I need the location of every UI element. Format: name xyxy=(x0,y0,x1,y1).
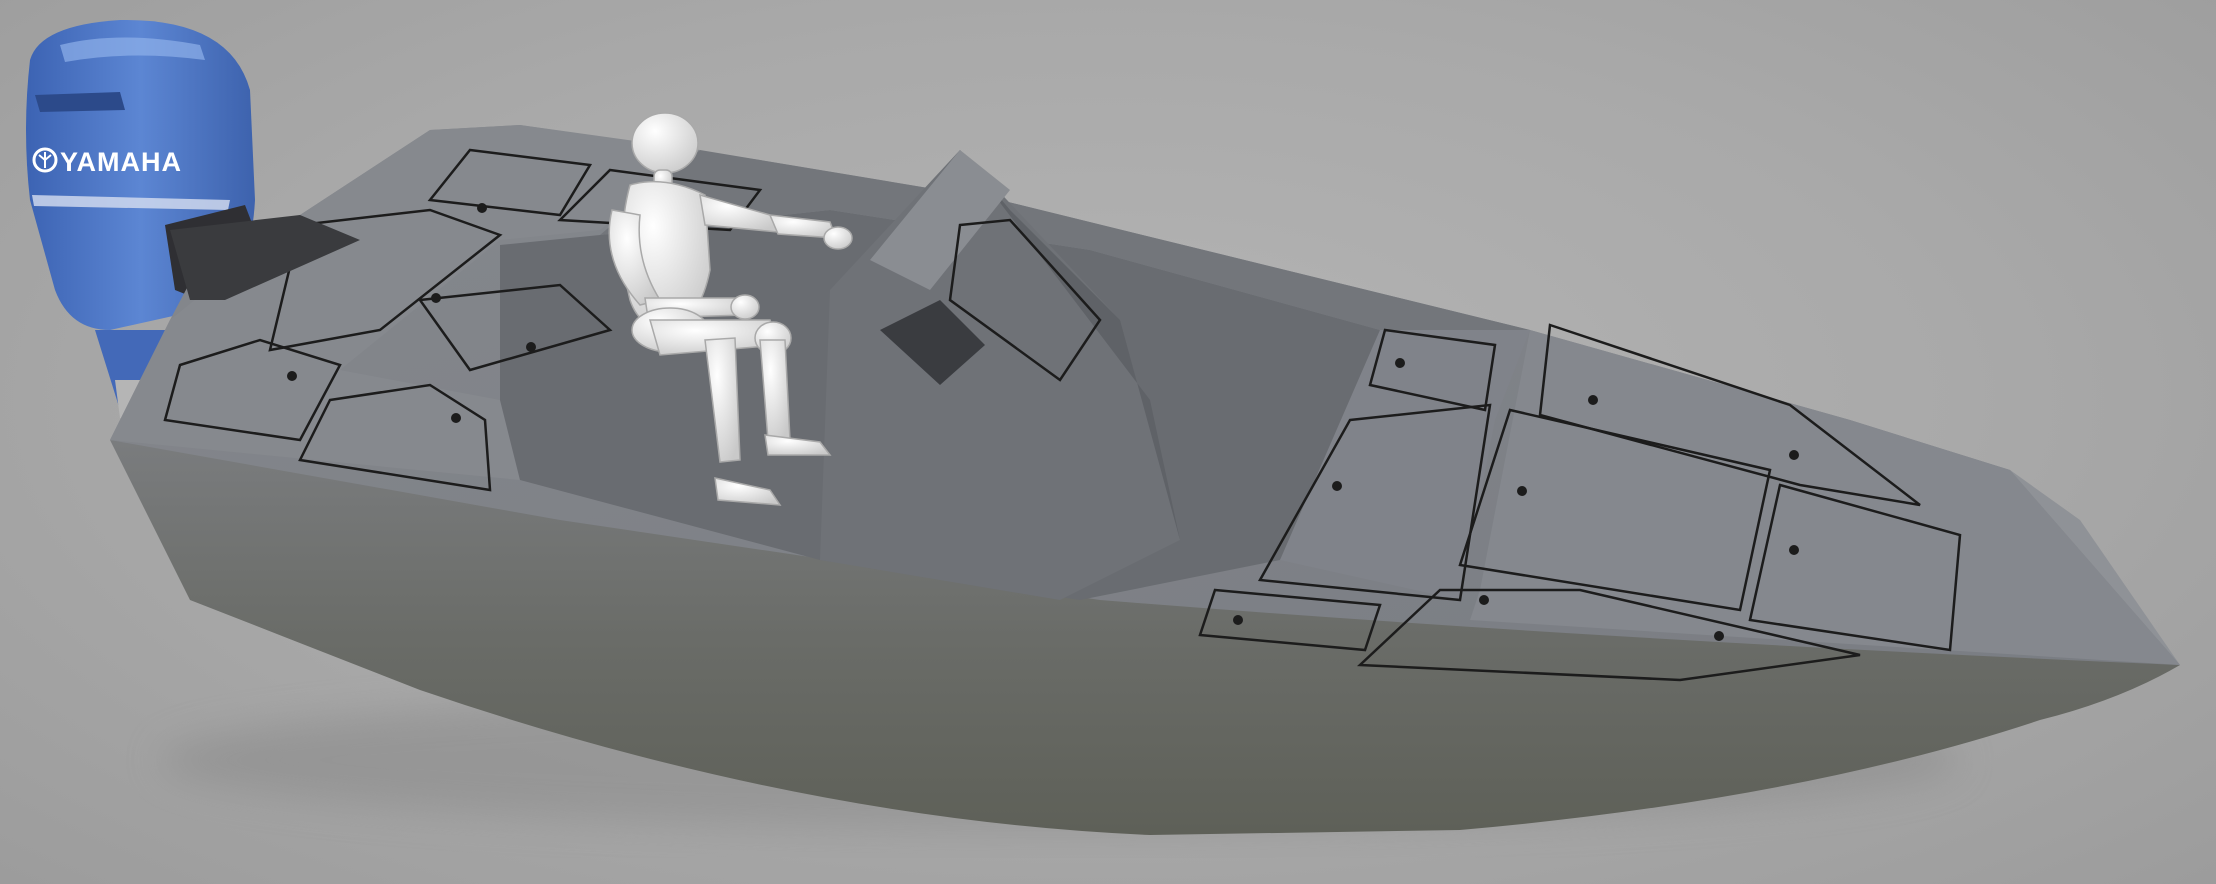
mannequin-head xyxy=(631,112,699,174)
motor-vent xyxy=(35,92,125,112)
mannequin-hand-left xyxy=(730,294,760,320)
mannequin-hand-right xyxy=(823,226,853,250)
motor-brand-text: YAMAHA xyxy=(60,147,182,177)
boat-render-scene: YAMAHA xyxy=(26,19,2180,835)
